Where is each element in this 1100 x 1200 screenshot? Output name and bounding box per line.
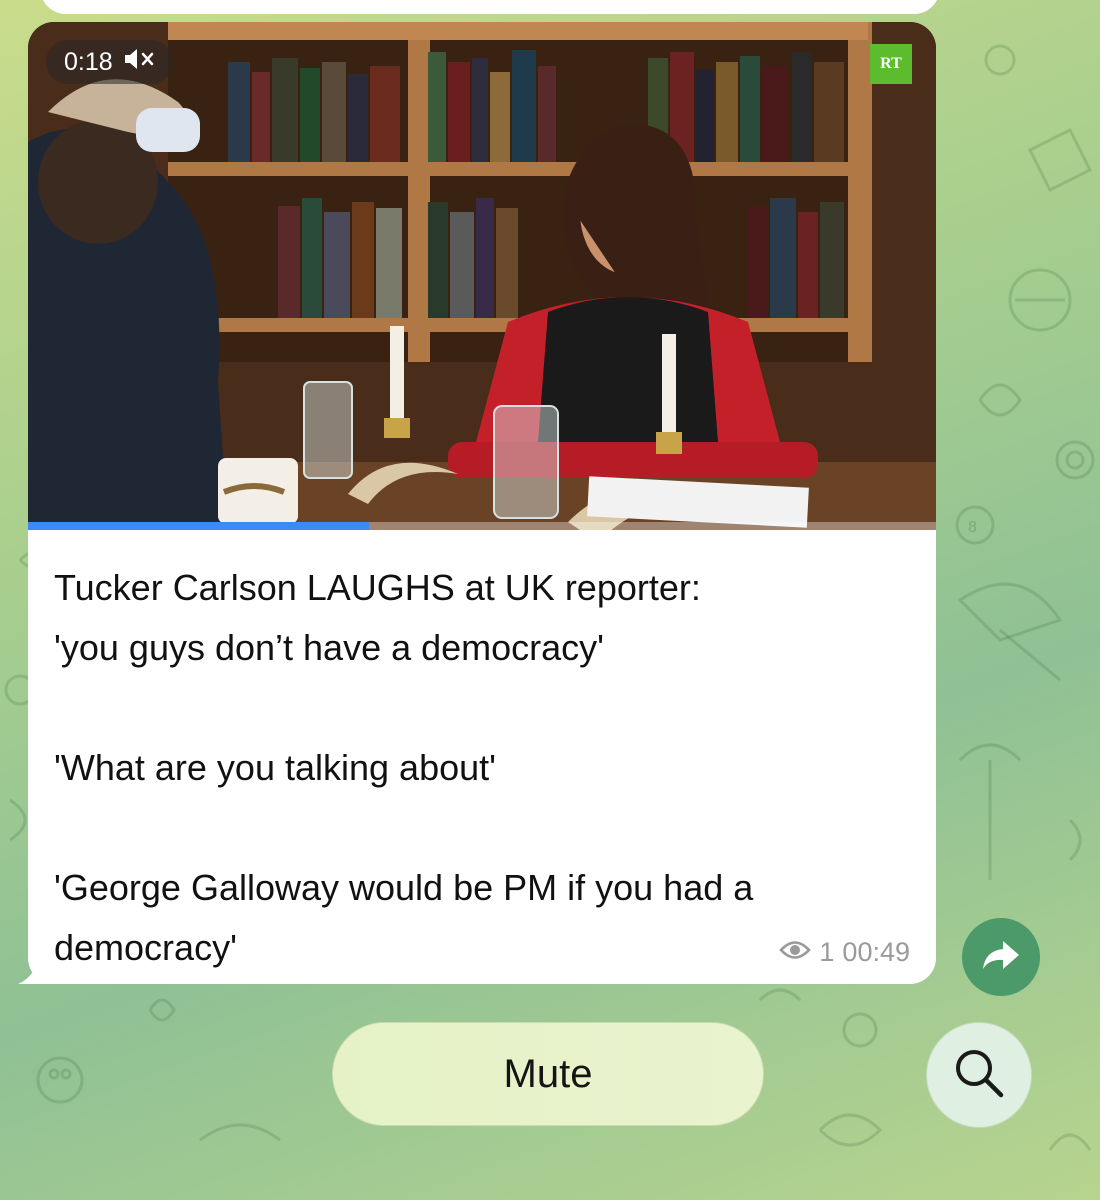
- bubble-tail: [18, 948, 54, 984]
- search-button[interactable]: [926, 1022, 1032, 1128]
- video-progress-bar[interactable]: [28, 522, 936, 530]
- message-bubble: 0:18 RT Tucker Carlson LAUGHS at UK repo…: [18, 22, 936, 984]
- speaker-muted-icon[interactable]: [123, 47, 155, 78]
- message-text: Tucker Carlson LAUGHS at UK reporter: 'y…: [54, 567, 754, 968]
- svg-text:8: 8: [968, 519, 977, 536]
- mute-button[interactable]: Mute: [332, 1022, 764, 1126]
- video-duration: 0:18: [64, 47, 113, 76]
- search-icon: [951, 1045, 1007, 1106]
- video-duration-badge[interactable]: 0:18: [46, 40, 173, 84]
- share-button[interactable]: [962, 918, 1040, 996]
- share-arrow-icon: [981, 937, 1021, 978]
- eye-icon: [779, 937, 812, 968]
- video-player[interactable]: 0:18 RT: [28, 22, 936, 530]
- previous-message-bubble: [40, 0, 940, 14]
- message-meta: 1 00:49: [779, 937, 910, 968]
- video-thumbnail: [28, 22, 936, 530]
- rt-channel-logo: RT: [870, 44, 912, 84]
- message-time: 00:49: [842, 937, 910, 967]
- view-count: 1: [819, 937, 835, 967]
- video-progress-fill: [28, 522, 369, 530]
